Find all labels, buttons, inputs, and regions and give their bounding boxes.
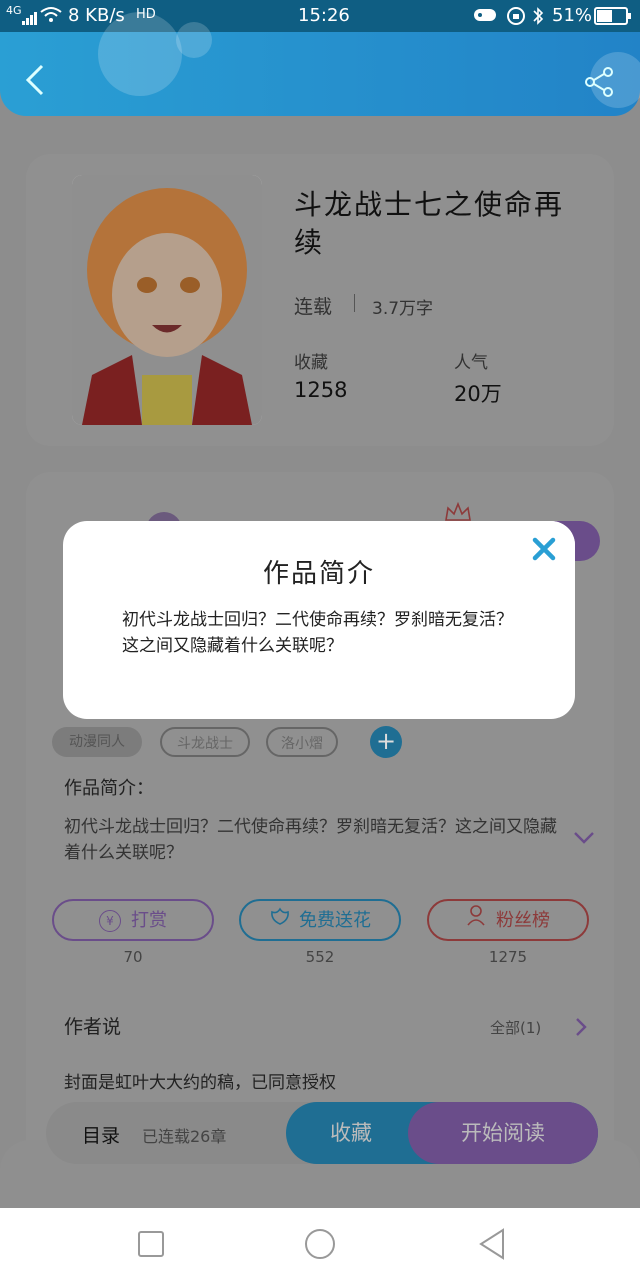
system-nav-bar bbox=[0, 1208, 640, 1280]
popularity-label: 人气 bbox=[454, 353, 488, 373]
flower-icon bbox=[269, 901, 291, 941]
chapter-count: 已连载26章 bbox=[142, 1127, 227, 1146]
flower-count: 552 bbox=[305, 948, 335, 966]
popularity-value: 20万 bbox=[454, 382, 502, 406]
fans-count: 1275 bbox=[488, 948, 528, 966]
send-flower-button[interactable]: 免费送花 bbox=[239, 899, 401, 941]
close-icon bbox=[532, 537, 556, 561]
square-icon bbox=[138, 1231, 164, 1257]
intro-text: 初代斗龙战士回归？二代使命再续？罗刹暗无复活？这之间又隐藏着什么关联呢？ bbox=[64, 817, 557, 863]
author-say-all-link[interactable]: 全部(1) bbox=[490, 1017, 541, 1038]
yen-icon: ¥ bbox=[99, 910, 121, 932]
back-button[interactable] bbox=[20, 62, 48, 102]
battery-icon bbox=[594, 7, 632, 30]
intro-label: 作品简介： bbox=[64, 778, 154, 799]
share-button[interactable] bbox=[584, 66, 616, 102]
start-reading-button[interactable]: 开始阅读 bbox=[408, 1102, 598, 1164]
book-status: 连载 bbox=[294, 296, 333, 318]
author-say-title: 作者说 bbox=[64, 1016, 122, 1038]
wifi-icon bbox=[40, 6, 62, 29]
author-say-text: 封面是虹叶大大约的稿，已同意授权 bbox=[64, 1073, 336, 1093]
bluetooth-icon bbox=[532, 6, 544, 31]
network-label: 4G bbox=[6, 4, 22, 17]
signal-icon bbox=[22, 9, 38, 30]
tag-dragon-warrior[interactable]: 斗龙战士 bbox=[160, 727, 250, 757]
circle-icon bbox=[305, 1229, 335, 1259]
expand-intro-button[interactable] bbox=[572, 830, 596, 850]
status-bar: 4G 8 KB/s HD 15:26 51% bbox=[0, 0, 640, 32]
status-divider bbox=[354, 294, 355, 312]
clock: 15:26 bbox=[298, 5, 350, 26]
modal-close-button[interactable] bbox=[515, 521, 575, 579]
tag-anime[interactable]: 动漫同人 bbox=[52, 727, 142, 757]
app-header bbox=[0, 12, 640, 116]
share-icon bbox=[585, 67, 613, 97]
modal-text: 初代斗龙战士回归？二代使命再续？罗刹暗无复活？这之间又隐藏着什么关联呢？ bbox=[122, 610, 513, 656]
plus-icon: + bbox=[375, 727, 397, 755]
collect-button[interactable]: 收藏 bbox=[286, 1102, 416, 1164]
lock-rotate-icon bbox=[506, 6, 526, 31]
fans-rank-button[interactable]: 粉丝榜 bbox=[427, 899, 589, 941]
word-count: 3.7万字 bbox=[372, 299, 434, 319]
reward-count: 70 bbox=[123, 948, 143, 966]
home-button[interactable] bbox=[304, 1228, 336, 1264]
reward-button[interactable]: ¥ 打赏 bbox=[52, 899, 214, 941]
book-title: 斗龙战士七之使命再续 bbox=[294, 188, 565, 259]
modal-title: 作品简介 bbox=[262, 559, 375, 589]
triangle-back-icon bbox=[479, 1228, 504, 1260]
back-nav-button[interactable] bbox=[478, 1228, 506, 1264]
favorites-label: 收藏 bbox=[294, 353, 328, 373]
recent-apps-button[interactable] bbox=[138, 1231, 164, 1261]
chevron-right-icon[interactable] bbox=[574, 1016, 588, 1042]
favorites-value: 1258 bbox=[294, 378, 348, 402]
fans-icon bbox=[466, 901, 488, 941]
add-tag-button[interactable]: + bbox=[370, 726, 402, 758]
cover-illustration bbox=[72, 175, 262, 425]
battery-label: 51% bbox=[552, 5, 593, 26]
chevron-down-icon bbox=[574, 832, 594, 844]
book-cover[interactable] bbox=[72, 175, 262, 425]
tag-luo-xiaoyi[interactable]: 洛小熠 bbox=[266, 727, 338, 757]
back-arrow-icon bbox=[25, 64, 44, 96]
gamepad-icon bbox=[472, 6, 498, 29]
toc-button[interactable]: 目录 bbox=[82, 1121, 120, 1148]
intro-modal: 作品简介 初代斗龙战士回归？二代使命再续？罗刹暗无复活？这之间又隐藏着什么关联呢… bbox=[63, 521, 575, 719]
